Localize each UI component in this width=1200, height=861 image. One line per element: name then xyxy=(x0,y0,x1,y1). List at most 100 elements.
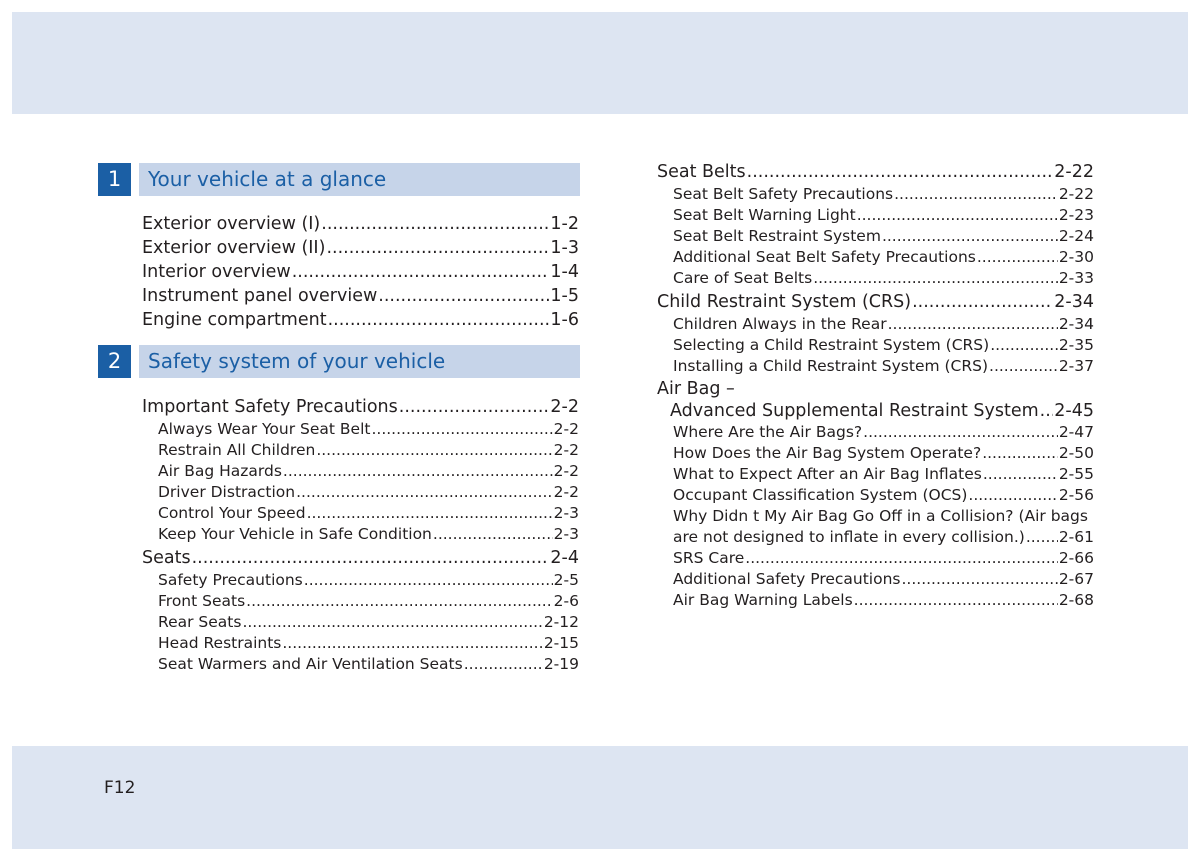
toc-entry[interactable]: Additional Safety Precautions 2-67 xyxy=(673,569,1094,590)
entry-label: Seat Belts xyxy=(657,162,746,182)
dot-leader xyxy=(433,524,553,545)
toc-entry[interactable]: Seat Warmers and Air Ventilation Seats 2-… xyxy=(158,654,579,675)
toc-entry[interactable]: Child Restraint System (CRS) 2-34 xyxy=(657,290,1094,314)
toc-entry[interactable]: Installing a Child Restraint System (CRS… xyxy=(673,356,1094,377)
entry-page: 2-66 xyxy=(1058,549,1094,567)
toc-entry[interactable]: Exterior overview (II) 1-3 xyxy=(142,236,579,260)
toc-entry[interactable]: Occupant Classification System (OCS) 2-56 xyxy=(673,485,1094,506)
entry-label: Exterior overview (II) xyxy=(142,238,326,258)
dot-leader xyxy=(192,546,550,570)
entry-page: 2-12 xyxy=(543,613,579,631)
toc-entry[interactable]: Children Always in the Rear 2-34 xyxy=(673,314,1094,335)
entry-page: 1-4 xyxy=(550,262,579,282)
dot-leader xyxy=(902,569,1058,590)
entry-page: 1-6 xyxy=(550,310,579,330)
entry-label: Restrain All Children xyxy=(158,441,316,459)
entry-label: Air Bag Hazards xyxy=(158,462,282,480)
entry-page: 2-4 xyxy=(550,548,579,568)
toc-entry[interactable]: Why Didn t My Air Bag Go Off in a Collis… xyxy=(673,506,1094,527)
toc-entry[interactable]: How Does the Air Bag System Operate? 2-50 xyxy=(673,443,1094,464)
entry-label: Instrument panel overview xyxy=(142,286,378,306)
entry-page: 2-22 xyxy=(1054,162,1094,182)
entry-page: 2-2 xyxy=(550,397,579,417)
entry-label: Safety Precautions xyxy=(158,571,303,589)
dot-leader xyxy=(328,308,550,332)
entry-label: SRS Care xyxy=(673,549,745,567)
toc-entry[interactable]: Restrain All Children 2-2 xyxy=(158,440,579,461)
toc-entry[interactable]: Instrument panel overview 1-5 xyxy=(142,284,579,308)
entry-page: 2-50 xyxy=(1058,444,1094,462)
entry-label: Seat Belt Safety Precautions xyxy=(673,185,894,203)
toc-entry[interactable]: Front Seats 2-6 xyxy=(158,591,579,612)
dot-leader xyxy=(464,654,543,675)
entry-label: Installing a Child Restraint System (CRS… xyxy=(673,357,989,375)
toc-entry[interactable]: Air Bag Warning Labels 2-68 xyxy=(673,590,1094,611)
toc-entry[interactable]: Advanced Supplemental Restraint System 2-… xyxy=(670,399,1094,423)
toc-entry[interactable]: Engine compartment 1-6 xyxy=(142,308,579,332)
entry-label: Child Restraint System (CRS) xyxy=(657,292,912,312)
entry-label: Seats xyxy=(142,548,191,568)
toc-entry[interactable]: Interior overview 1-4 xyxy=(142,260,579,284)
entry-label: Seat Warmers and Air Ventilation Seats xyxy=(158,655,463,673)
dot-leader xyxy=(1026,527,1058,548)
toc-entry[interactable]: Always Wear Your Seat Belt 2-2 xyxy=(158,419,579,440)
entry-label: Care of Seat Belts xyxy=(673,269,813,287)
entry-page: 2-67 xyxy=(1058,570,1094,588)
toc-entry[interactable]: Keep Your Vehicle in Safe Condition 2-3 xyxy=(158,524,579,545)
dot-leader xyxy=(968,485,1057,506)
toc-entry[interactable]: Air Bag Hazards 2-2 xyxy=(158,461,579,482)
entry-page: 2-34 xyxy=(1054,292,1094,312)
dot-leader xyxy=(857,205,1058,226)
dot-leader xyxy=(282,633,542,654)
toc-entry[interactable]: Rear Seats 2-12 xyxy=(158,612,579,633)
entry-page: 2-61 xyxy=(1058,528,1094,546)
toc-entry[interactable]: Control Your Speed 2-3 xyxy=(158,503,579,524)
dot-leader xyxy=(1040,399,1054,423)
section-number: 2 xyxy=(98,345,131,378)
dot-leader xyxy=(813,268,1058,289)
toc-entry[interactable]: Seat Belts 2-22 xyxy=(657,160,1094,184)
entry-label: Advanced Supplemental Restraint System xyxy=(670,401,1039,421)
entry-label: Keep Your Vehicle in Safe Condition xyxy=(158,525,432,543)
dot-leader xyxy=(912,290,1053,314)
entry-label: Seat Belt Warning Light xyxy=(673,206,856,224)
toc-entry[interactable]: Where Are the Air Bags? 2-47 xyxy=(673,422,1094,443)
toc-entry[interactable]: Seat Belt Restraint System 2-24 xyxy=(673,226,1094,247)
entry-page: 2-34 xyxy=(1058,315,1094,333)
toc-entry[interactable]: Seats 2-4 xyxy=(142,546,579,570)
dot-leader xyxy=(854,590,1058,611)
entry-page: 2-47 xyxy=(1058,423,1094,441)
toc-entry[interactable]: SRS Care 2-66 xyxy=(673,548,1094,569)
entry-page: 2-45 xyxy=(1054,401,1094,421)
toc-entry[interactable]: Care of Seat Belts 2-33 xyxy=(673,268,1094,289)
entry-label: Air Bag – xyxy=(657,379,735,399)
toc-entry[interactable]: are not designed to inflate in every col… xyxy=(673,527,1094,548)
toc-entry[interactable]: Important Safety Precautions 2-2 xyxy=(142,395,579,419)
dot-leader xyxy=(378,284,549,308)
entry-label: Driver Distraction xyxy=(158,483,296,501)
toc-entry[interactable]: Head Restraints 2-15 xyxy=(158,633,579,654)
toc-entry[interactable]: Additional Seat Belt Safety Precautions 2… xyxy=(673,247,1094,268)
toc-entry[interactable]: Seat Belt Safety Precautions 2-22 xyxy=(673,184,1094,205)
entry-page: 2-55 xyxy=(1058,465,1094,483)
toc-entry[interactable]: Selecting a Child Restraint System (CRS)… xyxy=(673,335,1094,356)
section-title: Your vehicle at a glance xyxy=(139,163,580,196)
entry-page: 2-3 xyxy=(553,504,579,522)
dot-leader xyxy=(983,464,1058,485)
toc-entry[interactable]: Air Bag – xyxy=(657,377,1094,401)
entry-page: 2-35 xyxy=(1058,336,1094,354)
entry-page: 1-5 xyxy=(550,286,579,306)
toc-entry[interactable]: Driver Distraction 2-2 xyxy=(158,482,579,503)
entry-page: 2-19 xyxy=(543,655,579,673)
entry-label: Selecting a Child Restraint System (CRS) xyxy=(673,336,990,354)
toc-entry[interactable]: What to Expect After an Air Bag Inflates… xyxy=(673,464,1094,485)
entry-page: 2-5 xyxy=(553,571,579,589)
toc-entry[interactable]: Exterior overview (I) 1-2 xyxy=(142,212,579,236)
entry-page: 1-3 xyxy=(550,238,579,258)
entry-page: 2-6 xyxy=(553,592,579,610)
entry-label: Where Are the Air Bags? xyxy=(673,423,863,441)
entry-page: 2-2 xyxy=(553,483,579,501)
toc-entry[interactable]: Seat Belt Warning Light 2-23 xyxy=(673,205,1094,226)
entry-label: Control Your Speed xyxy=(158,504,306,522)
toc-entry[interactable]: Safety Precautions 2-5 xyxy=(158,570,579,591)
